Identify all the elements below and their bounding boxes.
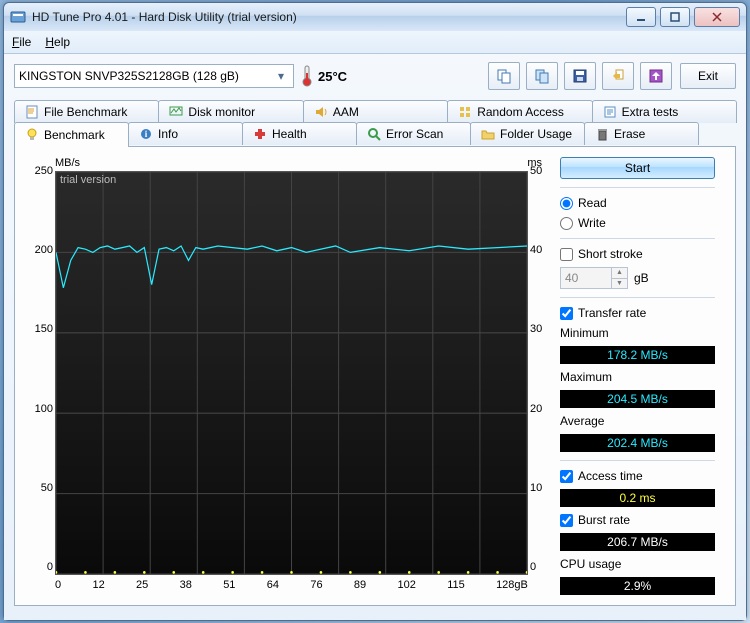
y-left-unit: MB/s	[55, 157, 80, 169]
app-window: HD Tune Pro 4.01 - Hard Disk Utility (tr…	[3, 2, 747, 621]
temperature-value: 25°C	[318, 69, 347, 84]
tab-disk-monitor[interactable]: Disk monitor	[158, 100, 303, 123]
menubar: File Help	[4, 31, 746, 54]
transfer-rate-checkbox[interactable]	[560, 307, 573, 320]
minimum-label: Minimum	[560, 326, 715, 340]
minimum-value: 178.2 MB/s	[560, 346, 715, 364]
copy-info-button[interactable]	[488, 62, 520, 90]
menu-file[interactable]: File	[12, 35, 31, 49]
spin-up-icon[interactable]: ▲	[611, 268, 627, 279]
tab-error-scan[interactable]: Error Scan	[356, 122, 471, 145]
trash-icon	[595, 127, 609, 141]
write-radio-row[interactable]: Write	[560, 216, 715, 230]
cpu-usage-label: CPU usage	[560, 557, 715, 571]
titlebar[interactable]: HD Tune Pro 4.01 - Hard Disk Utility (tr…	[4, 3, 746, 31]
thermometer-icon	[302, 65, 312, 87]
access-time-row[interactable]: Access time	[560, 469, 715, 483]
tabrow-primary: Benchmark iInfo Health Error Scan Folder…	[14, 122, 736, 147]
copy-screenshot-button[interactable]	[526, 62, 558, 90]
short-stroke-row[interactable]: Short stroke	[560, 247, 715, 261]
maximum-label: Maximum	[560, 370, 715, 384]
results-panel: Start Read Write Short stroke 40 ▲▼ gB	[560, 157, 715, 595]
save-button[interactable]	[564, 62, 596, 90]
temperature-display: 25°C	[302, 65, 347, 87]
burst-rate-checkbox[interactable]	[560, 514, 573, 527]
transfer-rate-row[interactable]: Transfer rate	[560, 306, 715, 320]
tab-content-benchmark: MB/s ms 250 200 150 100 50 0 50 40 30	[14, 146, 736, 606]
access-time-value: 0.2 ms	[560, 489, 715, 507]
speaker-icon	[314, 105, 328, 119]
bulb-icon	[25, 128, 39, 142]
trial-watermark: trial version	[60, 174, 116, 186]
extra-icon	[603, 105, 617, 119]
tab-extra-tests[interactable]: Extra tests	[592, 100, 737, 123]
tab-file-benchmark[interactable]: File Benchmark	[14, 100, 159, 123]
plot-area: trial version	[55, 171, 528, 575]
x-ticks: 0 12 25 38 51 64 76 89 102 115 128gB	[55, 579, 528, 595]
menu-help[interactable]: Help	[45, 35, 70, 49]
exit-button[interactable]: Exit	[680, 63, 736, 89]
tabrow-secondary: File Benchmark Disk monitor AAM Random A…	[14, 100, 736, 123]
folder-icon	[481, 127, 495, 141]
health-icon	[253, 127, 267, 141]
tab-random-access[interactable]: Random Access	[447, 100, 592, 123]
monitor-icon	[169, 105, 183, 119]
tab-aam[interactable]: AAM	[303, 100, 448, 123]
tab-benchmark[interactable]: Benchmark	[14, 122, 129, 147]
info-icon: i	[139, 127, 153, 141]
options-button[interactable]	[602, 62, 634, 90]
short-stroke-input[interactable]: 40 ▲▼	[560, 267, 628, 289]
average-label: Average	[560, 414, 715, 428]
search-icon	[367, 127, 381, 141]
tab-folder-usage[interactable]: Folder Usage	[470, 122, 585, 145]
cpu-usage-value: 2.9%	[560, 577, 715, 595]
read-radio-row[interactable]: Read	[560, 196, 715, 210]
spin-down-icon[interactable]: ▼	[611, 279, 627, 289]
write-radio[interactable]	[560, 217, 573, 230]
app-icon	[10, 9, 26, 25]
dropdown-arrow-icon: ▾	[273, 69, 289, 83]
maximize-button[interactable]	[660, 7, 690, 27]
window-title: HD Tune Pro 4.01 - Hard Disk Utility (tr…	[32, 10, 626, 24]
close-button[interactable]	[694, 7, 740, 27]
tab-health[interactable]: Health	[242, 122, 357, 145]
random-icon	[458, 105, 472, 119]
benchmark-chart: MB/s ms 250 200 150 100 50 0 50 40 30	[25, 157, 550, 595]
short-stroke-checkbox[interactable]	[560, 248, 573, 261]
burst-rate-row[interactable]: Burst rate	[560, 513, 715, 527]
start-button[interactable]: Start	[560, 157, 715, 179]
short-stroke-unit: gB	[634, 271, 649, 285]
drive-select-value: KINGSTON SNVP325S2128GB (128 gB)	[19, 69, 239, 83]
tab-info[interactable]: iInfo	[128, 122, 243, 145]
y-left-ticks: 250 200 150 100 50 0	[25, 165, 53, 573]
average-value: 202.4 MB/s	[560, 434, 715, 452]
access-time-checkbox[interactable]	[560, 470, 573, 483]
file-icon	[25, 105, 39, 119]
y-right-ticks: 50 40 30 20 10 0	[530, 165, 550, 573]
read-radio[interactable]	[560, 197, 573, 210]
tab-erase[interactable]: Erase	[584, 122, 699, 145]
burst-rate-value: 206.7 MB/s	[560, 533, 715, 551]
minimize-button[interactable]	[626, 7, 656, 27]
toolbar: KINGSTON SNVP325S2128GB (128 gB) ▾ 25°C …	[14, 62, 736, 90]
load-button[interactable]	[640, 62, 672, 90]
maximum-value: 204.5 MB/s	[560, 390, 715, 408]
drive-select[interactable]: KINGSTON SNVP325S2128GB (128 gB) ▾	[14, 64, 294, 88]
